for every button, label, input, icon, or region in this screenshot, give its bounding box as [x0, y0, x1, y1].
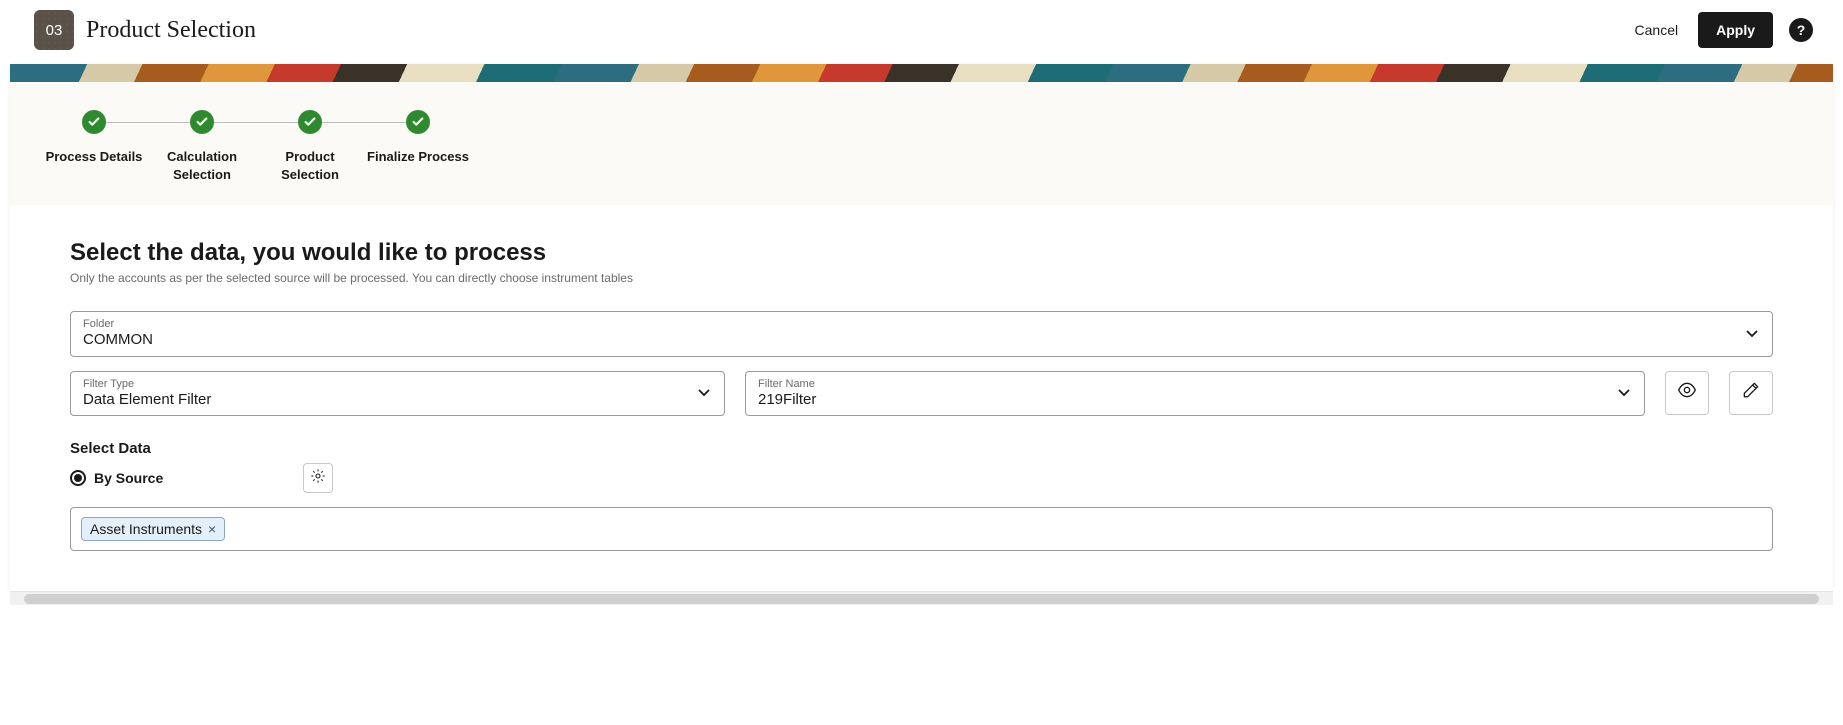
radio-by-source[interactable]: By Source [70, 470, 163, 486]
stepper-card: Process Details Calculation Selection Pr… [10, 64, 1833, 591]
chip-label: Asset Instruments [90, 521, 202, 537]
chevron-down-icon [1746, 325, 1758, 343]
step-complete-icon [190, 110, 214, 134]
folder-select[interactable]: Folder COMMON [70, 311, 1773, 357]
step-complete-icon [298, 110, 322, 134]
step-process-details[interactable]: Process Details [40, 110, 148, 166]
source-chips-field[interactable]: Asset Instruments × [70, 507, 1773, 551]
gear-icon [310, 468, 326, 489]
decorative-banner [10, 64, 1833, 82]
step-label: Process Details [46, 148, 143, 166]
filter-type-select[interactable]: Filter Type Data Element Filter [70, 371, 725, 417]
stepper: Process Details Calculation Selection Pr… [40, 110, 1803, 183]
step-number-badge: 03 [34, 10, 74, 50]
header-actions: Cancel Apply ? [1631, 12, 1813, 48]
folder-label: Folder [83, 318, 1736, 330]
view-filter-button[interactable] [1665, 371, 1709, 415]
content-area: Select the data, you would like to proce… [10, 205, 1833, 591]
step-complete-icon [406, 110, 430, 134]
step-label: Calculation Selection [167, 148, 237, 183]
section-subtitle: Only the accounts as per the selected so… [70, 271, 1773, 285]
filter-row: Filter Type Data Element Filter Filter N… [70, 371, 1773, 417]
folder-row: Folder COMMON [70, 311, 1773, 357]
step-label: Product Selection [281, 148, 339, 183]
chevron-down-icon [698, 384, 710, 402]
folder-value: COMMON [83, 330, 1736, 350]
radio-by-source-label: By Source [94, 470, 163, 486]
select-data-options: By Source [70, 463, 1773, 493]
apply-button[interactable]: Apply [1698, 12, 1773, 48]
page-root: 03 Product Selection Cancel Apply ? Proc… [0, 0, 1843, 725]
page-title: Product Selection [86, 17, 1631, 44]
step-label: Finalize Process [367, 148, 469, 166]
filter-type-value: Data Element Filter [83, 390, 688, 410]
section-title: Select the data, you would like to proce… [70, 239, 1773, 267]
pencil-icon [1741, 380, 1761, 405]
chip-asset-instruments[interactable]: Asset Instruments × [81, 517, 225, 541]
horizontal-scrollbar[interactable] [10, 591, 1833, 605]
step-product-selection[interactable]: Product Selection [256, 110, 364, 183]
source-settings-button[interactable] [303, 463, 333, 493]
chevron-down-icon [1618, 384, 1630, 402]
filter-name-value: 219Filter [758, 390, 1608, 410]
help-icon[interactable]: ? [1789, 18, 1813, 42]
filter-name-select[interactable]: Filter Name 219Filter [745, 371, 1645, 417]
eye-icon [1677, 380, 1697, 405]
step-calculation-selection[interactable]: Calculation Selection [148, 110, 256, 183]
header: 03 Product Selection Cancel Apply ? [0, 0, 1843, 64]
edit-filter-button[interactable] [1729, 371, 1773, 415]
step-finalize-process[interactable]: Finalize Process [364, 110, 472, 166]
filter-name-label: Filter Name [758, 378, 1608, 390]
radio-icon [70, 470, 86, 486]
close-icon[interactable]: × [208, 522, 216, 536]
stepper-area: Process Details Calculation Selection Pr… [10, 82, 1833, 205]
filter-type-label: Filter Type [83, 378, 688, 390]
cancel-button[interactable]: Cancel [1631, 14, 1683, 46]
select-data-label: Select Data [70, 440, 1773, 457]
step-complete-icon [82, 110, 106, 134]
